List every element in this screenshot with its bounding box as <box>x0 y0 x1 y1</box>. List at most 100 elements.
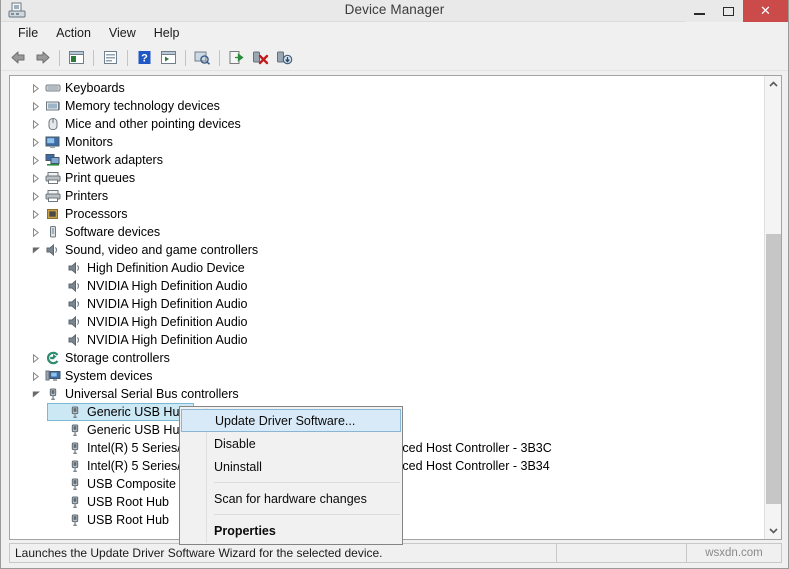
vertical-scrollbar[interactable] <box>764 76 781 539</box>
tree-expander-collapsed-icon[interactable] <box>28 115 44 133</box>
toolbar-separator <box>185 49 186 66</box>
usb-icon <box>66 404 84 420</box>
menu-action[interactable]: Action <box>47 24 100 42</box>
device-tree-row-label: Mice and other pointing devices <box>65 117 241 131</box>
show-hide-console-tree-button[interactable] <box>65 47 88 69</box>
chevron-up-icon <box>769 81 778 87</box>
device-tree-row[interactable]: Network adapters <box>14 151 764 169</box>
usb-icon <box>71 496 79 508</box>
context-menu-separator <box>214 482 400 483</box>
device-tree-row-label: Sound, video and game controllers <box>65 243 259 257</box>
device-tree-row[interactable]: NVIDIA High Definition Audio <box>14 277 764 295</box>
device-tree-row-label: Printers <box>65 189 109 203</box>
tree-expander-collapsed-icon[interactable] <box>28 367 44 385</box>
tree-expander-collapsed-icon[interactable] <box>28 205 44 223</box>
disable-device-button[interactable] <box>273 47 296 69</box>
status-message: Launches the Update Driver Software Wiza… <box>15 546 383 560</box>
device-tree-row[interactable]: Sound, video and game controllers <box>14 241 764 259</box>
update-driver-software-button[interactable] <box>225 47 248 69</box>
speaker-icon <box>68 297 79 311</box>
device-tree-row[interactable]: Keyboards <box>14 79 764 97</box>
context-menu-item[interactable]: Uninstall <box>180 455 402 478</box>
show-hide-action-pane-button[interactable] <box>157 47 180 69</box>
device-tree-row-label: USB Root Hub <box>87 513 169 527</box>
context-menu-item[interactable]: Disable <box>180 432 402 455</box>
speaker-icon <box>66 296 84 312</box>
scroll-up-button[interactable] <box>765 76 781 93</box>
device-tree-row[interactable]: Monitors <box>14 133 764 151</box>
close-button[interactable]: ✕ <box>743 0 788 22</box>
device-tree-row[interactable]: Mice and other pointing devices <box>14 115 764 133</box>
device-tree-row[interactable]: High Definition Audio Device <box>14 259 764 277</box>
device-tree-row[interactable]: Print queues <box>14 169 764 187</box>
device-tree-row-label: Network adapters <box>65 153 163 167</box>
printer-icon <box>44 188 62 204</box>
software-device-icon <box>44 224 62 240</box>
scrollbar-thumb[interactable] <box>766 234 781 504</box>
svg-text:?: ? <box>141 53 148 65</box>
forward-icon <box>36 51 50 64</box>
help-button[interactable]: ? <box>133 47 156 69</box>
scan-for-hardware-changes-button[interactable] <box>191 47 214 69</box>
speaker-icon <box>66 260 84 276</box>
monitor-icon <box>44 134 62 150</box>
device-tree-row-label: NVIDIA High Definition Audio <box>87 297 248 311</box>
device-tree-row[interactable]: Storage controllers <box>14 349 764 367</box>
device-tree-row[interactable]: Universal Serial Bus controllers <box>14 385 764 403</box>
minimize-button[interactable] <box>685 0 714 22</box>
window-controls: ✕ <box>685 0 788 22</box>
device-tree-row[interactable]: NVIDIA High Definition Audio <box>14 295 764 313</box>
device-tree-row[interactable]: Memory technology devices <box>14 97 764 115</box>
tree-expander-none <box>50 439 66 457</box>
maximize-button[interactable] <box>714 0 743 22</box>
menu-file[interactable]: File <box>9 24 47 42</box>
tree-expander-collapsed-icon[interactable] <box>28 97 44 115</box>
scroll-down-button[interactable] <box>765 522 781 539</box>
window-title: Device Manager <box>344 2 445 17</box>
device-tree-row-label: Processors <box>65 207 128 221</box>
tree-expander-none <box>50 457 66 475</box>
device-tree-row[interactable]: Printers <box>14 187 764 205</box>
device-tree-row-label: NVIDIA High Definition Audio <box>87 279 248 293</box>
tree-expander-none <box>50 313 66 331</box>
device-tree-row[interactable]: NVIDIA High Definition Audio <box>14 331 764 349</box>
tree-expander-none <box>50 475 66 493</box>
menu-view[interactable]: View <box>100 24 145 42</box>
device-tree-row-label: System devices <box>65 369 153 383</box>
tree-expander-none <box>50 259 66 277</box>
context-menu-item[interactable]: Scan for hardware changes <box>180 487 402 510</box>
device-tree-row[interactable]: Processors <box>14 205 764 223</box>
memory-device-icon <box>44 98 62 114</box>
menu-help[interactable]: Help <box>145 24 189 42</box>
device-tree-row[interactable]: System devices <box>14 367 764 385</box>
context-menu-item[interactable]: Update Driver Software... <box>181 409 401 432</box>
tree-expander-collapsed-icon[interactable] <box>28 187 44 205</box>
usb-icon <box>71 406 79 418</box>
uninstall-device-button[interactable] <box>249 47 272 69</box>
tree-expander-collapsed-icon[interactable] <box>28 169 44 187</box>
usb-icon <box>71 442 79 454</box>
usb-icon <box>66 458 84 474</box>
speaker-icon <box>66 278 84 294</box>
status-cell-empty <box>556 544 686 562</box>
tree-expander-expanded-icon[interactable] <box>28 241 44 259</box>
properties-button[interactable] <box>99 47 122 69</box>
tree-expander-expanded-icon[interactable] <box>28 385 44 403</box>
context-menu[interactable]: Update Driver Software... Disable Uninstal… <box>179 406 403 545</box>
tree-expander-collapsed-icon[interactable] <box>28 151 44 169</box>
context-menu-item[interactable]: Properties <box>180 519 402 542</box>
tree-expander-collapsed-icon[interactable] <box>28 349 44 367</box>
device-tree-row-label: Storage controllers <box>65 351 170 365</box>
usb-icon <box>71 478 79 490</box>
device-tree-row[interactable]: NVIDIA High Definition Audio <box>14 313 764 331</box>
forward-button[interactable] <box>31 47 54 69</box>
minimize-icon <box>694 12 705 15</box>
device-tree-row[interactable]: Software devices <box>14 223 764 241</box>
tree-expander-none <box>50 295 66 313</box>
tree-expander-collapsed-icon[interactable] <box>28 133 44 151</box>
usb-icon <box>49 388 57 400</box>
tree-expander-collapsed-icon[interactable] <box>28 223 44 241</box>
tree-expander-none <box>50 331 66 349</box>
back-button[interactable] <box>7 47 30 69</box>
tree-expander-collapsed-icon[interactable] <box>28 79 44 97</box>
